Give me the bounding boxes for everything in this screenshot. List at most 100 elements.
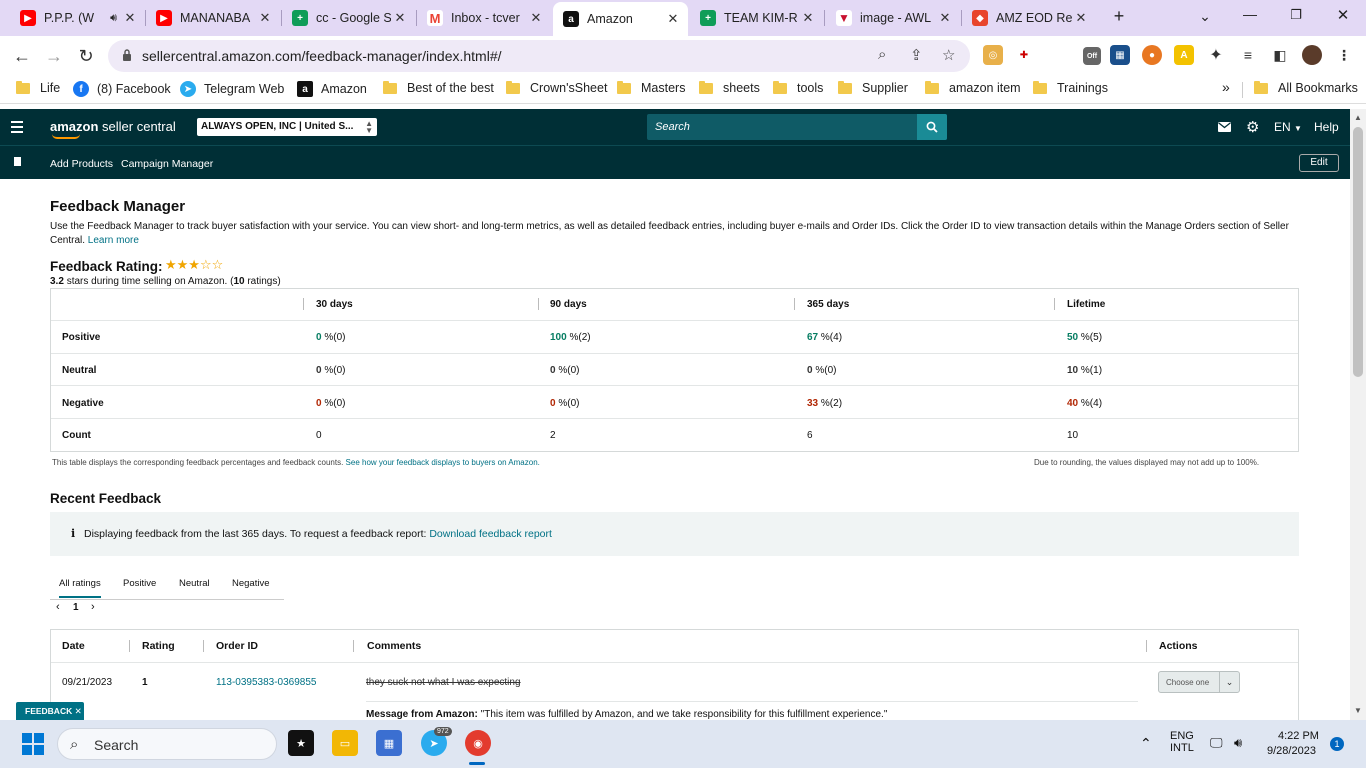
bookmark-folder[interactable]: Supplier: [838, 80, 908, 95]
close-tab-icon[interactable]: ✕: [527, 10, 545, 26]
zoom-icon[interactable]: ⌕: [878, 46, 886, 63]
scroll-up-icon[interactable]: ▲: [1354, 113, 1362, 122]
tray-overflow-icon[interactable]: ⌃: [1140, 735, 1152, 752]
extensions-puzzle-icon[interactable]: ✦: [1206, 45, 1226, 65]
close-tab-icon[interactable]: ✕: [936, 10, 954, 26]
profile-avatar[interactable]: [1302, 45, 1322, 65]
browser-tab[interactable]: ◆ AMZ EOD Re ✕: [962, 4, 1096, 32]
close-tab-icon[interactable]: ✕: [1072, 10, 1090, 26]
next-page-icon[interactable]: ›: [91, 601, 95, 613]
forward-icon[interactable]: →: [42, 44, 66, 68]
taskbar-search[interactable]: ⌕ Search: [57, 728, 277, 760]
hamburger-menu-icon[interactable]: [11, 121, 23, 136]
extension-icon[interactable]: ▦: [1110, 45, 1130, 65]
bookmark-folder[interactable]: Best of the best: [383, 80, 494, 95]
browser-tab[interactable]: + TEAM KIM-R ✕: [690, 4, 823, 32]
bookmark-link[interactable]: f (8) Facebook: [73, 81, 171, 97]
feedback-tab-button[interactable]: FEEDBACK ✕: [16, 702, 84, 720]
tab-negative[interactable]: Negative: [232, 578, 270, 589]
close-icon[interactable]: ✕: [75, 706, 82, 716]
file-explorer-icon[interactable]: ▭: [332, 730, 358, 756]
bookmark-folder[interactable]: Trainings: [1033, 80, 1108, 95]
input-language-label[interactable]: ENG INTL: [1170, 730, 1194, 754]
back-icon[interactable]: ←: [10, 44, 34, 68]
extension-icon[interactable]: ◎: [983, 45, 1003, 65]
feedback-display-link[interactable]: See how your feedback displays to buyers…: [346, 458, 540, 467]
language-selector[interactable]: EN ▼: [1274, 120, 1302, 134]
bookmark-folder[interactable]: sheets: [699, 80, 760, 95]
amazon-icon: a: [297, 81, 313, 97]
learn-more-link[interactable]: Learn more: [88, 235, 139, 246]
tab-positive[interactable]: Positive: [123, 578, 156, 589]
account-switcher[interactable]: ALWAYS OPEN, INC | United S... ▲ ▼: [197, 118, 377, 136]
bookmark-folder[interactable]: tools: [773, 80, 823, 95]
browser-tab[interactable]: + cc - Google S ✕: [282, 4, 415, 32]
order-id-link[interactable]: 113-0395383-0369855: [216, 677, 316, 688]
extension-icon[interactable]: ●: [1142, 45, 1162, 65]
notification-badge[interactable]: 1: [1330, 737, 1344, 751]
scroll-down-icon[interactable]: ▼: [1354, 706, 1362, 715]
seller-central-logo[interactable]: amazon seller central: [50, 119, 176, 139]
reload-icon[interactable]: ↻: [74, 44, 98, 68]
page-number[interactable]: 1: [73, 602, 79, 613]
nav-campaign-manager[interactable]: Campaign Manager: [121, 158, 213, 170]
tab-search-icon[interactable]: ⌄: [1193, 8, 1217, 25]
new-tab-icon[interactable]: +: [1107, 6, 1131, 27]
bookmark-star-icon[interactable]: ☆: [942, 46, 955, 64]
scrollbar-thumb[interactable]: [1353, 127, 1363, 377]
search-input[interactable]: Search: [647, 114, 947, 140]
close-tab-icon[interactable]: ✕: [799, 10, 817, 26]
extension-icon[interactable]: ✚: [1014, 45, 1034, 65]
calculator-icon[interactable]: ▦: [376, 730, 402, 756]
edit-button[interactable]: Edit: [1299, 154, 1339, 172]
close-tab-icon[interactable]: ✕: [664, 11, 682, 27]
browser-tab[interactable]: ▶ MANANABA ✕: [146, 4, 280, 32]
url-field[interactable]: sellercentral.amazon.com/feedback-manage…: [108, 40, 970, 72]
bookmark-link[interactable]: ➤ Telegram Web: [180, 81, 284, 97]
mail-icon[interactable]: [1218, 121, 1231, 135]
browser-tab[interactable]: M Inbox - tcver ✕: [417, 4, 551, 32]
volume-icon[interactable]: 🔊︎: [1234, 735, 1242, 751]
close-tab-icon[interactable]: ✕: [256, 10, 274, 26]
bookmark-folder[interactable]: amazon item: [925, 80, 1021, 95]
browser-tab-active[interactable]: a Amazon ✕: [553, 2, 688, 36]
browser-tab[interactable]: ▼ image - AWL ✕: [826, 4, 960, 32]
close-tab-icon[interactable]: ✕: [391, 10, 409, 26]
tab-neutral[interactable]: Neutral: [179, 578, 210, 589]
all-bookmarks-folder[interactable]: All Bookmarks: [1254, 80, 1358, 95]
bookmark-folder[interactable]: Masters: [617, 80, 685, 95]
bookmark-link[interactable]: a Amazon: [297, 81, 367, 97]
nav-add-products[interactable]: Add Products: [50, 158, 113, 170]
game-app-icon[interactable]: ★: [288, 730, 314, 756]
prev-page-icon[interactable]: ‹: [56, 601, 60, 613]
clock[interactable]: 4:22 PM: [1278, 730, 1319, 742]
bookmark-folder[interactable]: Crown'sSheet: [506, 80, 607, 95]
bookmark-icon[interactable]: [14, 157, 21, 169]
side-panel-icon[interactable]: ◧: [1270, 45, 1290, 65]
tab-all-ratings[interactable]: All ratings: [59, 578, 101, 598]
share-icon[interactable]: ⇪: [910, 46, 923, 64]
media-control-icon[interactable]: ≡: [1238, 45, 1258, 65]
download-feedback-report-link[interactable]: Download feedback report: [429, 528, 552, 540]
extension-off-icon[interactable]: Off: [1083, 47, 1101, 65]
browser-tab[interactable]: ▶ P.P.P. (W 🔊︎ ✕: [10, 4, 145, 32]
close-window-icon[interactable]: ✕: [1331, 6, 1355, 24]
network-icon[interactable]: 🖵︎: [1210, 735, 1223, 751]
restore-icon[interactable]: ❐: [1284, 7, 1308, 23]
help-link[interactable]: Help: [1314, 120, 1339, 134]
chrome-icon[interactable]: ◉: [465, 730, 491, 756]
more-bookmarks-icon[interactable]: »: [1222, 79, 1230, 95]
minimize-icon[interactable]: —: [1238, 6, 1262, 22]
feedback-table: Date Rating Order ID Comments Actions 09…: [50, 629, 1299, 729]
close-tab-icon[interactable]: ✕: [121, 10, 139, 26]
menu-kebab-icon[interactable]: ⋮: [1334, 45, 1354, 65]
search-icon[interactable]: [917, 114, 947, 140]
tune-icon[interactable]: [122, 49, 132, 61]
windows-start-icon[interactable]: [22, 733, 44, 755]
page-scrollbar[interactable]: ▲ ▼: [1350, 109, 1366, 720]
bookmark-folder[interactable]: Life: [16, 80, 60, 95]
speaker-icon[interactable]: 🔊︎: [110, 12, 117, 25]
extension-icon[interactable]: A: [1174, 45, 1194, 65]
action-dropdown[interactable]: Choose one ⌄: [1158, 671, 1240, 693]
settings-gear-icon[interactable]: ⚙: [1246, 118, 1259, 136]
